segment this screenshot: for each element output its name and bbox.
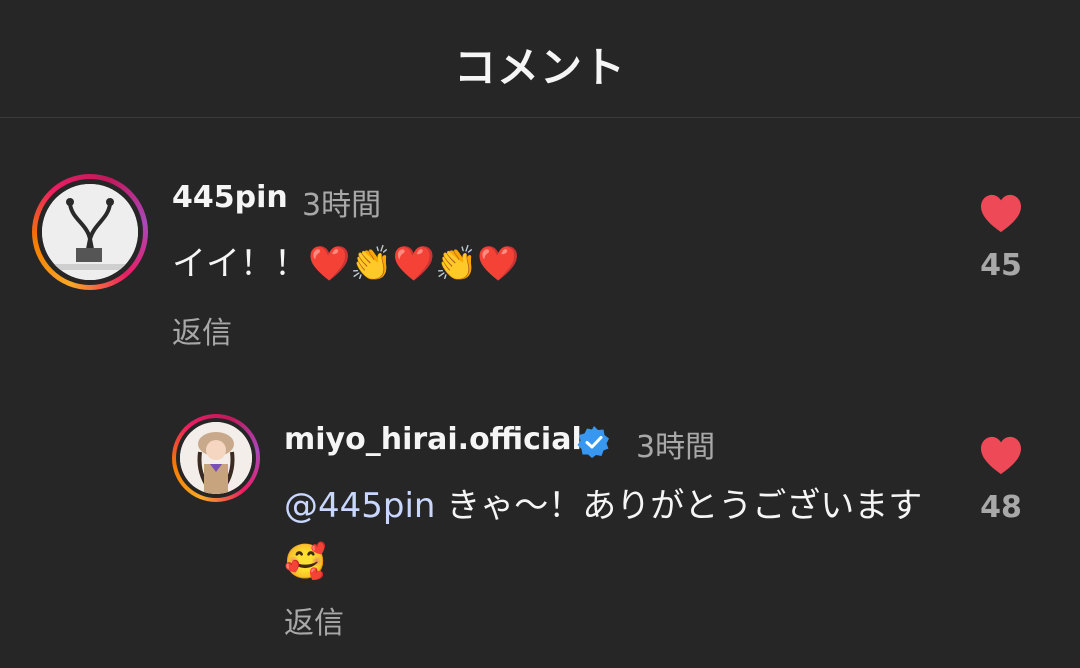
like-count: 48 bbox=[980, 490, 1022, 525]
heart-icon[interactable] bbox=[979, 436, 1023, 476]
comment-text: @445pin きゃ〜！ありがとうございます🥰 bbox=[284, 478, 934, 590]
reply-comment-item: miyo_hirai.official 3時間 @445pin きゃ〜！ありがと… bbox=[0, 0, 1080, 668]
reply-button[interactable]: 返信 bbox=[284, 598, 344, 642]
comment-timestamp: 3時間 bbox=[636, 430, 716, 465]
comment-username[interactable]: miyo_hirai.official bbox=[284, 422, 582, 457]
mention-link[interactable]: @445pin bbox=[284, 486, 435, 526]
avatar[interactable] bbox=[180, 422, 252, 494]
verified-badge-icon bbox=[577, 426, 609, 458]
avatar-portrait-image bbox=[180, 422, 252, 494]
